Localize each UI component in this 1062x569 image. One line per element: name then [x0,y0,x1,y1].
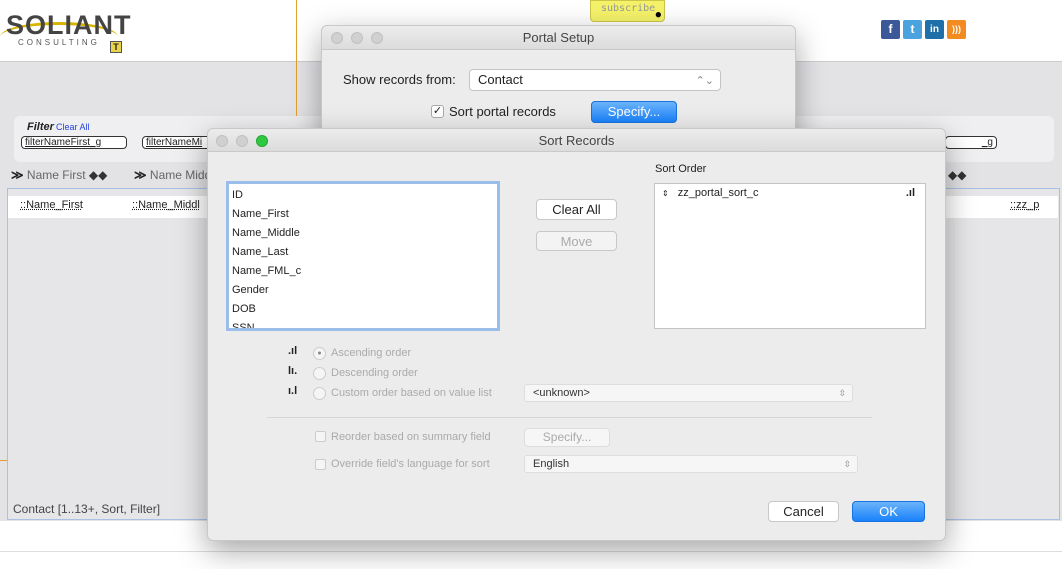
field-list-item[interactable]: Name_FML_c [232,262,494,281]
sort-portal-label: Sort portal records [449,104,556,119]
sort-portal-checkbox[interactable]: ✓ [431,105,444,118]
zoom-button[interactable] [256,135,268,147]
filter-label: Filter [27,121,54,133]
show-records-select[interactable]: Contact ⌃⌄ [469,69,721,91]
descending-icon: lı. [288,365,298,377]
portal-specify-button[interactable]: Specify... [591,101,677,123]
eye-icon: ● [655,10,661,20]
override-language-checkbox[interactable] [315,459,326,470]
clear-all-button[interactable]: Clear All [536,199,617,220]
subscribe-button[interactable]: subscribe ● [590,0,665,22]
field-list-item[interactable]: ID [232,186,494,205]
column-header-label: Name First [26,168,86,182]
cell-zz-portal[interactable]: ::zz_p [1010,199,1039,211]
sort-order-list[interactable]: ⇕ zz_portal_sort_c .ıl [654,183,926,329]
sort-order-item-label: zz_portal_sort_c [677,187,759,199]
drag-handle-icon[interactable]: ⇕ [662,189,669,198]
field-list-item[interactable]: Name_First [232,205,494,224]
chevron-updown-icon: ⌃⌄ [695,75,714,87]
minimize-button[interactable] [236,135,248,147]
rss-icon[interactable]: ))) [947,20,966,39]
column-header-name-first[interactable]: ≫ Name First ◆◆ [11,168,107,182]
field-list-item[interactable]: Gender [232,281,494,300]
field-list-item[interactable]: Name_Last [232,243,494,262]
sort-order-item[interactable]: ⇕ zz_portal_sort_c .ıl [655,184,925,202]
column-header-label: Name Midd [149,168,212,182]
twitter-icon[interactable]: t [903,20,922,39]
ascending-icon: .ıl [288,345,298,357]
field-list-item[interactable]: Name_Middle [232,224,494,243]
guide-line-vertical [296,0,297,125]
logo: SOLIANT [6,10,132,40]
custom-order-radio[interactable] [313,387,326,400]
ascending-radio[interactable]: ● [313,347,326,360]
linkedin-icon[interactable]: in [925,20,944,39]
ascending-sort-icon: .ıl [905,187,915,199]
status-text: Contact [1..13+, Sort, Filter] [13,502,161,516]
dialog-title: Portal Setup [522,30,595,45]
divider [0,551,1062,552]
show-records-label: Show records from: [343,72,456,87]
minimize-button[interactable] [351,32,363,44]
show-records-value: Contact [478,72,523,87]
language-select[interactable]: English ⇳ [524,455,858,473]
sort-order-label: Sort Order [655,163,707,175]
cancel-button[interactable]: Cancel [768,501,839,522]
zoom-button[interactable] [371,32,383,44]
override-language-label: Override field's language for sort [331,458,490,470]
column-header-name-middle[interactable]: ≫ Name Midd [134,168,211,182]
sort-records-titlebar: Sort Records [208,129,945,152]
reorder-specify-button[interactable]: Specify... [524,428,610,447]
descending-radio[interactable] [313,367,326,380]
facebook-icon[interactable]: f [881,20,900,39]
custom-order-label: Custom order based on value list [331,387,492,399]
logo-subtitle: CONSULTING [18,38,100,47]
logo-badge: T [110,41,122,53]
ok-button[interactable]: OK [852,501,925,522]
field-list-item[interactable]: SSN [232,319,494,328]
dialog-title: Sort Records [538,133,615,148]
ascending-label: Ascending order [331,347,412,359]
move-button[interactable]: Move [536,231,617,251]
subscribe-label: subscribe [601,3,656,14]
chevron-updown-icon: ⇳ [838,388,846,398]
value-list-value: <unknown> [533,387,590,399]
sort-toggle-icon[interactable]: ◆◆ [89,168,107,182]
value-list-select[interactable]: <unknown> ⇳ [524,384,853,402]
custom-order-icon: ı.l [288,385,298,397]
cell-name-first[interactable]: ::Name_First [20,199,83,211]
filter-clear-all-link[interactable]: Clear All [56,122,90,132]
chevron-updown-icon: ⇳ [843,459,851,469]
close-button[interactable] [216,135,228,147]
portal-setup-dialog: Portal Setup Show records from: Contact ⌃… [321,25,796,145]
descending-label: Descending order [331,367,418,379]
reorder-label: Reorder based on summary field [331,431,491,443]
portal-setup-titlebar: Portal Setup [322,26,795,50]
filter-field-name-first[interactable]: filterNameFirst_g [21,136,127,149]
filter-field-name-middle[interactable]: filterNameMi [142,136,212,149]
filter-field-last[interactable]: _g [945,136,997,149]
language-value: English [533,458,570,470]
field-list[interactable]: ID Name_First Name_Middle Name_Last Name… [226,181,500,331]
cell-name-middle[interactable]: ::Name_Middl [132,199,200,211]
sort-toggle-icon[interactable]: ◆◆ [948,168,966,182]
field-list-item[interactable]: DOB [232,300,494,319]
reorder-checkbox[interactable] [315,431,326,442]
close-button[interactable] [331,32,343,44]
separator [267,417,872,418]
